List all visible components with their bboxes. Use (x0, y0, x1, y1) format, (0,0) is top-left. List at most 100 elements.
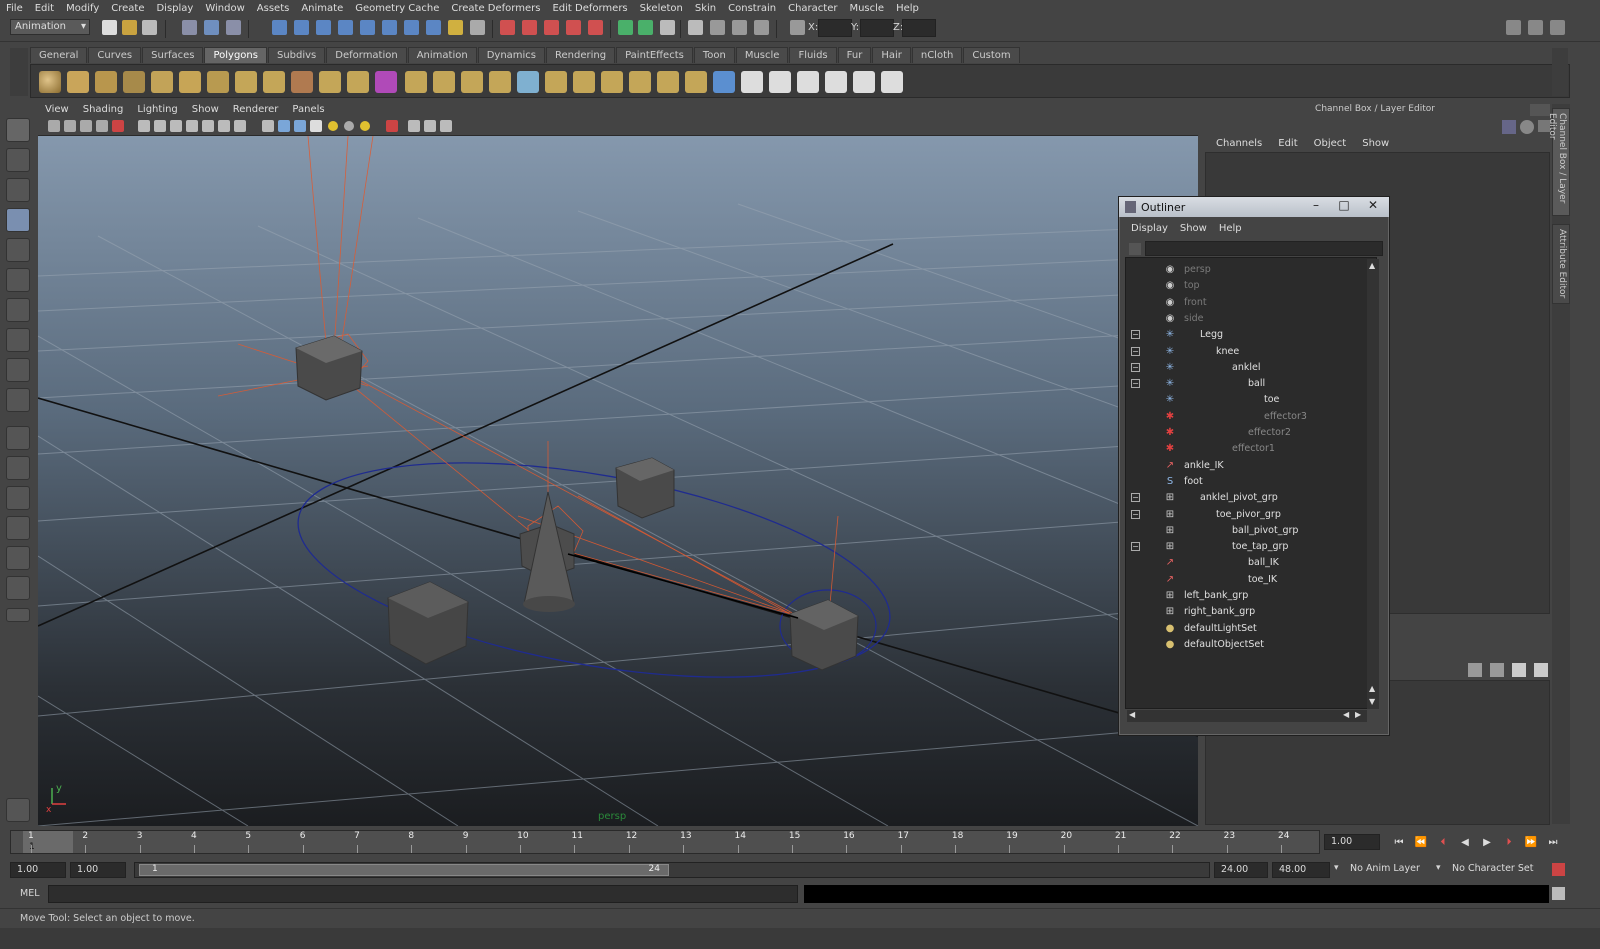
menu-skin[interactable]: Skin (689, 3, 722, 14)
uv-editor-icon[interactable] (769, 71, 791, 93)
layer-options-icon[interactable] (1512, 663, 1526, 677)
split-polygon-icon[interactable] (489, 71, 511, 93)
outliner-item[interactable]: ↗ ball_IK (1126, 555, 1366, 571)
snap-view-plane-icon[interactable] (338, 20, 353, 35)
xray-joints-icon[interactable] (424, 120, 436, 132)
shelf-tab-rendering[interactable]: Rendering (546, 47, 616, 63)
show-attribute-editor-icon[interactable] (688, 20, 703, 35)
render-frame-icon[interactable] (500, 20, 515, 35)
select-hierarchy-icon[interactable] (182, 20, 197, 35)
insert-edge-loop-icon[interactable] (517, 71, 539, 93)
poly-sphere-icon[interactable] (39, 71, 61, 93)
maximize-icon[interactable]: □ (1331, 198, 1357, 214)
last-tool-icon[interactable] (6, 388, 30, 412)
viewport-menu-show[interactable]: Show (185, 104, 226, 118)
safe-title-icon[interactable] (234, 120, 246, 132)
outliner-item[interactable]: ● defaultObjectSet (1126, 637, 1366, 653)
x-coord-field[interactable] (818, 19, 852, 37)
xray-icon[interactable] (408, 120, 420, 132)
help-icon[interactable] (426, 20, 441, 35)
menu-constrain[interactable]: Constrain (722, 3, 782, 14)
scale-tool-icon[interactable] (6, 268, 30, 292)
play-forwards-icon[interactable]: ▶ (1480, 836, 1494, 850)
lasso-tool-icon[interactable] (6, 148, 30, 172)
high-quality-icon[interactable] (360, 121, 370, 131)
safe-action-icon[interactable] (218, 120, 230, 132)
attribute-editor-toggle-icon[interactable] (1506, 20, 1521, 35)
hypershade-icon[interactable] (566, 20, 581, 35)
merge-icon[interactable] (573, 71, 595, 93)
shelf-tab-deformation[interactable]: Deformation (326, 47, 407, 63)
viewport-menu-shading[interactable]: Shading (76, 104, 131, 118)
new-scene-icon[interactable] (102, 20, 117, 35)
layout-uv-icon[interactable] (825, 71, 847, 93)
scroll-left-icon[interactable]: ◀ (1129, 710, 1135, 719)
shelf-scroll[interactable] (1552, 48, 1568, 96)
single-perspective-layout-icon[interactable] (6, 426, 30, 450)
camera-attributes-icon[interactable] (64, 120, 76, 132)
resolution-gate-icon[interactable] (170, 120, 182, 132)
wedge-icon[interactable] (601, 71, 623, 93)
menu-animate[interactable]: Animate (295, 3, 349, 14)
paint-select-tool-icon[interactable] (6, 178, 30, 202)
collapse-toggle-icon[interactable]: − (1131, 509, 1140, 519)
bridge-icon[interactable] (433, 71, 455, 93)
ik-handle-line[interactable] (567, 553, 799, 619)
anim-layer-chevron-down-icon[interactable]: ▾ (1334, 863, 1339, 873)
go-to-start-icon[interactable]: ⏮ (1392, 836, 1406, 850)
append-polygon-icon[interactable] (461, 71, 483, 93)
boolean-icon[interactable] (375, 71, 397, 93)
menu-create-deformers[interactable]: Create Deformers (445, 3, 546, 14)
perspective-viewport[interactable]: persp y x (38, 136, 1198, 826)
menu-geometry-cache[interactable]: Geometry Cache (349, 3, 445, 14)
menu-file[interactable]: File (0, 3, 29, 14)
channel-box-menu-channels[interactable]: Channels (1208, 138, 1270, 149)
filter-icon[interactable] (1129, 243, 1141, 255)
checker-uv-icon[interactable] (741, 71, 763, 93)
scroll-right-icon[interactable]: ▶ (1355, 710, 1361, 719)
character-set-dropdown[interactable]: No Character Set (1446, 862, 1546, 878)
input-line-icon[interactable] (618, 20, 633, 35)
outliner-horizontal-scrollbar[interactable]: ◀ ◀ ▶ (1127, 710, 1367, 722)
outliner-item[interactable]: ↗ ankle_IK (1126, 458, 1366, 474)
step-back-frame-icon[interactable]: ⏪ (1414, 836, 1428, 850)
save-scene-icon[interactable] (142, 20, 157, 35)
outliner-item[interactable]: ⊞ left_bank_grp (1126, 588, 1366, 604)
layer-move-icon[interactable] (1534, 663, 1548, 677)
shelf-tab-general[interactable]: General (30, 47, 88, 63)
mirror-icon[interactable] (657, 71, 679, 93)
snap-grid-icon[interactable] (272, 20, 287, 35)
channel-box-display-icon[interactable] (1520, 120, 1534, 134)
show-manipulator-icon[interactable] (6, 358, 30, 382)
shelf-tab-polygons[interactable]: Polygons (204, 47, 267, 63)
character-set-chevron-down-icon[interactable]: ▾ (1436, 863, 1441, 873)
snap-curve-icon[interactable] (294, 20, 309, 35)
history-icon[interactable] (382, 20, 397, 35)
gate-mask-icon[interactable] (186, 120, 198, 132)
poly-cone-icon[interactable] (123, 71, 145, 93)
outliner-menu-help[interactable]: Help (1213, 223, 1248, 239)
universal-manipulator-icon[interactable] (6, 298, 30, 322)
select-camera-icon[interactable] (48, 120, 60, 132)
outliner-item[interactable]: − ✳ ball (1126, 376, 1366, 392)
menu-character[interactable]: Character (782, 3, 843, 14)
viewport-menu-renderer[interactable]: Renderer (226, 104, 286, 118)
scroll-up-icon-lower[interactable]: ▲ (1369, 684, 1375, 693)
lock-icon[interactable] (448, 20, 463, 35)
show-tool-settings-icon[interactable] (710, 20, 725, 35)
tab-attribute-editor[interactable]: Attribute Editor (1552, 224, 1570, 304)
absolute-transform-icon[interactable] (790, 20, 805, 35)
toe-pivot-cube[interactable] (615, 457, 675, 519)
selection-mask-icon[interactable] (470, 20, 485, 35)
outliner-item[interactable]: ◉ side (1126, 311, 1366, 327)
poly-plane-icon[interactable] (151, 71, 173, 93)
separate-icon[interactable] (319, 71, 341, 93)
shelf-tab-subdivs[interactable]: Subdivs (267, 47, 326, 63)
magnet-icon[interactable] (588, 20, 603, 35)
move-tool-icon[interactable] (6, 208, 30, 232)
collapse-toggle-icon[interactable]: − (1131, 379, 1140, 389)
shelf-tab-fluids[interactable]: Fluids (789, 47, 837, 63)
minimize-icon[interactable]: – (1303, 198, 1329, 214)
tab-channel-box[interactable]: Channel Box / Layer Editor (1547, 108, 1570, 216)
collapse-toggle-icon[interactable]: − (1131, 362, 1140, 372)
